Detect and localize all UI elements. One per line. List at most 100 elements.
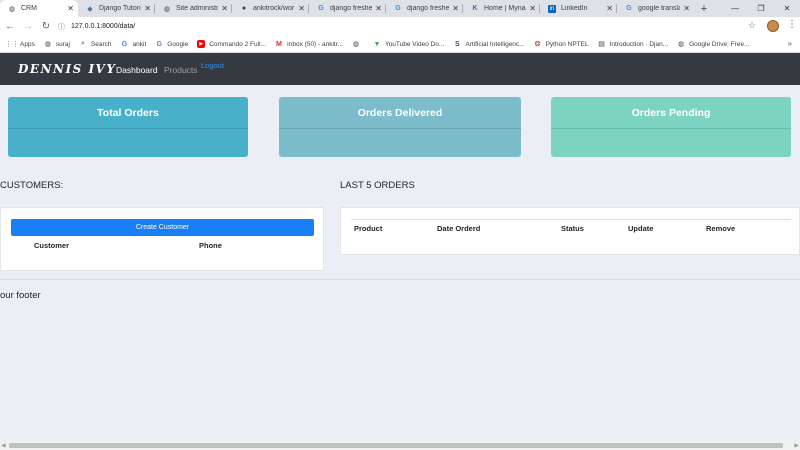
close-tab-icon[interactable]: ✕ [606, 4, 613, 13]
window-controls: — ❐ ✕ [722, 0, 800, 17]
column-header-product: Product [354, 224, 383, 233]
bookmark-label: Artificial Intelligenc... [465, 40, 525, 48]
column-header-update: Update [628, 224, 654, 233]
customers-heading: CUSTOMERS: [0, 180, 64, 191]
close-tab-icon[interactable]: ✕ [375, 4, 382, 13]
google-icon: G [395, 5, 401, 12]
bookmark-label: Introduction · Djan... [609, 40, 669, 48]
nav-dashboard-link[interactable]: Dashboard [116, 65, 158, 75]
minimize-icon[interactable]: — [722, 0, 748, 17]
orders-delivered-card: Orders Delivered [279, 97, 521, 157]
bookmark-label: Inbox (50) - ankitr... [286, 40, 343, 48]
tab-mynaa[interactable]: K Home | Mynaa ✕ [463, 0, 540, 17]
tab-google-search-2[interactable]: G django fresher ✕ [386, 0, 463, 17]
bookmark-label: Apps [20, 40, 35, 48]
globe-icon: ◍ [352, 41, 359, 48]
orders-pending-card: Orders Pending [551, 97, 791, 157]
bookmark-python[interactable]: ❂ Python NPTEL [534, 40, 589, 49]
bookmark-label: YouTube Video Do... [384, 40, 445, 48]
s-icon: S [455, 40, 460, 48]
download-icon: ▼ [373, 40, 381, 48]
bookmark-ankit[interactable]: G ankit [121, 40, 147, 48]
tab-title: CRM [21, 5, 37, 12]
horizontal-scrollbar[interactable]: ◀ ▶ [0, 441, 800, 450]
apps-icon: ⋮⋮ [5, 41, 19, 48]
browser-tab-strip: ◍ CRM ✕ ◆ Django Tutoria ✕ ◍ Site admini… [0, 0, 800, 17]
bookmark-youtube-download[interactable]: ▼ YouTube Video Do... [373, 40, 444, 48]
bookmark-label: Commando 2 Full... [209, 40, 266, 48]
total-orders-card: Total Orders [8, 97, 248, 157]
close-tab-icon[interactable]: ✕ [683, 4, 690, 13]
total-orders-title: Total Orders [8, 97, 248, 129]
bookmark-apps[interactable]: ⋮⋮ Apps [5, 40, 35, 49]
orders-pending-title: Orders Pending [551, 97, 791, 129]
close-tab-icon[interactable]: ✕ [67, 4, 74, 13]
bookmark-label: Google [167, 40, 189, 48]
brand-logo[interactable]: DENNIS IVY [18, 62, 116, 76]
bookmark-suraj[interactable]: ◍ suraj [44, 40, 70, 49]
scroll-left-icon[interactable]: ◀ [1, 442, 6, 449]
bookmark-star-icon[interactable]: ☆ [748, 20, 756, 31]
column-header-customer: Customer [34, 241, 70, 250]
new-tab-button[interactable]: + [696, 0, 712, 17]
nav-products-link[interactable]: Products [164, 65, 198, 75]
google-icon: G [156, 40, 162, 48]
globe-icon: ◍ [678, 41, 685, 48]
footer-divider [0, 279, 800, 280]
scroll-right-icon[interactable]: ▶ [794, 442, 799, 449]
bookmark-django-intro[interactable]: ▤ Introduction · Djan... [598, 40, 669, 49]
app-navbar: DENNIS IVY Dashboard Products Logout [0, 53, 800, 85]
tab-google-translate[interactable]: G google transla ✕ [617, 0, 694, 17]
tab-site-administration[interactable]: ◍ Site administra ✕ [155, 0, 232, 17]
close-tab-icon[interactable]: ✕ [221, 4, 228, 13]
tab-crm[interactable]: ◍ CRM ✕ [0, 0, 78, 17]
bookmark-ai[interactable]: S Artificial Intelligenc... [453, 40, 525, 48]
tab-title: django fresher [330, 5, 373, 12]
globe-icon: ◍ [44, 41, 51, 48]
bookmark-label: suraj [55, 40, 70, 48]
bookmark-inbox[interactable]: M Inbox (50) - ankitr... [275, 40, 343, 48]
python-icon: ❂ [534, 41, 541, 48]
close-tab-icon[interactable]: ✕ [452, 4, 459, 13]
forward-icon[interactable]: → [20, 19, 36, 35]
google-icon: G [121, 40, 128, 48]
info-icon[interactable]: ⓘ [58, 22, 65, 32]
logout-link[interactable]: Logout [201, 61, 224, 70]
tab-google-search-1[interactable]: G django fresher ✕ [309, 0, 386, 17]
bookmark-commando[interactable]: ▶ Commando 2 Full... [197, 40, 266, 48]
browser-menu-icon[interactable]: ⋮ [787, 19, 797, 30]
close-tab-icon[interactable]: ✕ [144, 4, 151, 13]
last-orders-heading: LAST 5 ORDERS [340, 180, 415, 191]
create-customer-button[interactable]: Create Customer [11, 219, 314, 236]
bookmark-search[interactable]: ⌕ Search [79, 40, 112, 48]
bookmark-google-drive[interactable]: ◍ Google Drive: Free... [677, 40, 749, 49]
bookmark-globe[interactable]: ◍ [352, 40, 364, 48]
tab-title: Home | Mynaa [484, 5, 527, 12]
column-header-phone: Phone [199, 241, 222, 250]
close-tab-icon[interactable]: ✕ [298, 4, 305, 13]
tab-title: Django Tutoria [99, 5, 142, 12]
close-tab-icon[interactable]: ✕ [529, 4, 536, 13]
customers-panel: Create Customer Customer Phone [0, 207, 324, 271]
search-icon: ⌕ [80, 40, 85, 47]
gmail-icon: M [276, 40, 282, 48]
back-icon[interactable]: ← [2, 19, 18, 35]
bookmark-label: ankit [132, 40, 147, 48]
url-text: 127.0.0.1:8000/data/ [71, 23, 136, 30]
address-bar[interactable]: ⓘ 127.0.0.1:8000/data/ [58, 19, 748, 34]
maximize-icon[interactable]: ❐ [748, 0, 774, 17]
bookmark-label: Search [90, 40, 112, 48]
k-icon: K [472, 5, 478, 12]
tab-django-tutorial[interactable]: ◆ Django Tutoria ✕ [78, 0, 155, 17]
tab-linkedin[interactable]: in LinkedIn ✕ [540, 0, 617, 17]
profile-avatar[interactable] [767, 20, 779, 32]
more-bookmarks-icon[interactable]: » [788, 39, 792, 48]
reload-icon[interactable]: ↻ [38, 19, 54, 35]
google-icon: G [626, 5, 632, 12]
scrollbar-thumb[interactable] [9, 443, 783, 448]
bookmark-google[interactable]: G Google [155, 40, 189, 48]
tab-github[interactable]: ● ankitrock/wor ✕ [232, 0, 309, 17]
close-window-icon[interactable]: ✕ [774, 0, 800, 17]
bookmark-label: Python NPTEL [545, 40, 589, 48]
linkedin-icon: in [548, 4, 556, 13]
